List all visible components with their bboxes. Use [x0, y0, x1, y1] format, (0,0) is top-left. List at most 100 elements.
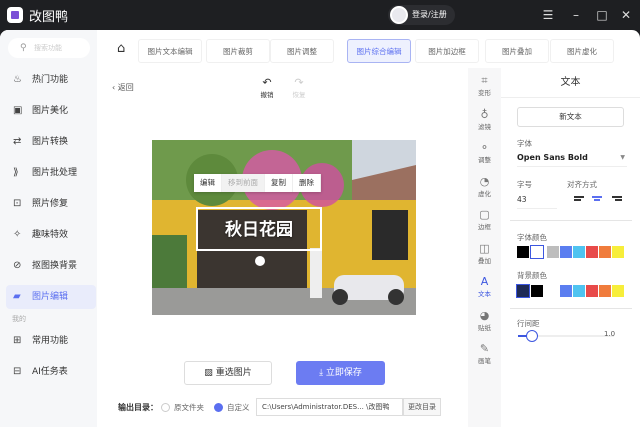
- font-color-swatch[interactable]: [560, 246, 572, 258]
- sidebar-item-2[interactable]: ⇄ 图片转换: [6, 130, 96, 154]
- sidebar-item-1[interactable]: ▣ 图片美化: [6, 99, 96, 123]
- tool-5[interactable]: ◫ 叠加: [468, 242, 501, 265]
- tab-2[interactable]: 图片调整: [270, 39, 334, 63]
- size-label: 字号: [517, 180, 532, 189]
- custom-folder-label: 自定义: [227, 403, 250, 412]
- output-path-field[interactable]: C:\Users\Administrator.DES... \改图鸭: [256, 398, 403, 416]
- chevron-down-icon: ▼: [620, 154, 625, 161]
- app-title: 改图鸭: [29, 10, 69, 25]
- font-color-swatch[interactable]: [599, 246, 611, 258]
- bg-color-swatch[interactable]: [531, 285, 543, 297]
- batch-icon: ⟫: [13, 167, 19, 178]
- tool-6[interactable]: A 文本: [468, 275, 501, 298]
- radio-custom-folder[interactable]: [214, 403, 223, 412]
- tab-6[interactable]: 图片虚化: [550, 39, 614, 63]
- sidebar-item-3[interactable]: ⟫ 图片批处理: [6, 161, 96, 185]
- sidebar-item-5[interactable]: ✧ 趣味特效: [6, 223, 96, 247]
- menu-icon[interactable]: ☰: [540, 8, 556, 22]
- repair-icon: ⊡: [13, 198, 22, 209]
- sidebar-item-4[interactable]: ⊡ 照片修复: [6, 192, 96, 216]
- crop-icon: ⌗: [481, 74, 488, 87]
- font-color-swatch[interactable]: [586, 246, 598, 258]
- reselect-image-button[interactable]: ▨ 重选图片: [184, 361, 272, 385]
- bg-color-swatch[interactable]: [599, 285, 611, 297]
- font-color-swatch[interactable]: [530, 245, 544, 259]
- line-spacing-label: 行间距: [517, 319, 540, 328]
- edit-icon: ▰: [13, 291, 21, 302]
- grid-icon: ⊞: [13, 335, 22, 346]
- save-button[interactable]: ⤓ 立即保存: [296, 361, 385, 385]
- sidebar-item-6[interactable]: ⊘ 抠图换背景: [6, 254, 96, 278]
- section-mine: 我的: [12, 315, 26, 323]
- tab-3[interactable]: 图片综合编辑: [347, 39, 411, 63]
- font-color-swatch[interactable]: [517, 246, 529, 258]
- font-label: 字体: [517, 139, 532, 148]
- radio-original-folder[interactable]: [161, 403, 170, 412]
- sticker-icon: ◕: [479, 308, 490, 322]
- align-center-icon[interactable]: [592, 196, 602, 202]
- overlay-icon: ◫: [479, 241, 490, 255]
- close-icon[interactable]: ✕: [618, 8, 634, 22]
- font-color-swatch[interactable]: [573, 246, 585, 258]
- image-icon: ▨: [204, 368, 213, 378]
- back-button[interactable]: ‹ 返回: [112, 82, 134, 93]
- edit-text-button[interactable]: 编辑: [194, 174, 222, 192]
- image-beautify-icon: ▣: [13, 105, 23, 116]
- font-size-input[interactable]: 43: [517, 195, 557, 209]
- tab-1[interactable]: 图片裁剪: [206, 39, 270, 63]
- rotate-handle[interactable]: [255, 256, 265, 266]
- sidebar-mine-item-0[interactable]: ⊞ 常用功能: [6, 329, 96, 353]
- brush-icon: ✎: [479, 342, 490, 355]
- bg-color-swatch[interactable]: [516, 284, 530, 298]
- search-input[interactable]: ⚲ 搜索功能: [8, 38, 90, 58]
- line-spacing-value[interactable]: 1.0: [604, 330, 615, 338]
- tool-8[interactable]: ✎ 画笔: [468, 342, 501, 365]
- change-directory-button[interactable]: 更改目录: [403, 398, 441, 416]
- tool-7[interactable]: ◕ 贴纸: [468, 309, 501, 332]
- fire-icon: ♨: [13, 74, 22, 85]
- border-icon: ▢: [479, 208, 490, 221]
- download-icon: ⤓: [319, 368, 324, 378]
- tool-1[interactable]: ♁ 滤镜: [468, 108, 501, 131]
- overlay-text: 秋日花园: [225, 220, 293, 240]
- tool-3[interactable]: ◔ 虚化: [468, 175, 501, 198]
- text-layer[interactable]: 秋日花园: [196, 207, 322, 251]
- original-folder-label: 原文件夹: [174, 403, 204, 412]
- blur-icon: ◔: [479, 174, 490, 188]
- font-select[interactable]: Open Sans Bold ▼: [517, 153, 627, 167]
- adjust-icon: ⚬: [479, 141, 490, 154]
- tool-4[interactable]: ▢ 边框: [468, 208, 501, 231]
- app-logo: [7, 7, 23, 23]
- tab-5[interactable]: 图片叠加: [485, 39, 549, 63]
- bg-color-swatch[interactable]: [573, 285, 585, 297]
- tab-4[interactable]: 图片加边框: [415, 39, 479, 63]
- tab-0[interactable]: 图片文本编辑: [138, 39, 202, 63]
- home-icon[interactable]: ⌂: [117, 41, 125, 56]
- bg-color-swatch[interactable]: [560, 285, 572, 297]
- effects-icon: ✧: [13, 229, 22, 240]
- sidebar-item-0[interactable]: ♨ 热门功能: [6, 68, 96, 92]
- sidebar-item-7[interactable]: ▰ 图片编辑: [6, 285, 96, 309]
- undo-button[interactable]: ↶ 撤销: [258, 76, 276, 99]
- tool-2[interactable]: ⚬ 调整: [468, 141, 501, 164]
- bg-color-swatch[interactable]: [547, 285, 559, 297]
- text-icon: A: [480, 275, 489, 288]
- new-text-button[interactable]: 新文本: [517, 107, 624, 127]
- redo-button[interactable]: ↷ 恢复: [290, 76, 308, 99]
- delete-button[interactable]: 删除: [293, 174, 321, 192]
- sidebar-mine-item-1[interactable]: ⊟ AI任务表: [6, 360, 96, 384]
- font-color-swatch[interactable]: [612, 246, 624, 258]
- cutout-icon: ⊘: [13, 260, 22, 271]
- align-right-icon[interactable]: [612, 196, 622, 202]
- bg-color-swatch[interactable]: [612, 285, 624, 297]
- bring-forward-button[interactable]: 移到前面: [222, 174, 265, 192]
- copy-button[interactable]: 复制: [265, 174, 293, 192]
- bg-color-swatch[interactable]: [586, 285, 598, 297]
- align-left-icon[interactable]: [574, 196, 584, 202]
- maximize-icon[interactable]: □: [594, 8, 610, 22]
- font-color-swatch[interactable]: [547, 246, 559, 258]
- minimize-icon[interactable]: –: [568, 8, 584, 22]
- align-label: 对齐方式: [567, 180, 597, 189]
- bg-color-label: 背景颜色: [517, 271, 547, 280]
- tool-0[interactable]: ⌗ 变形: [468, 74, 501, 97]
